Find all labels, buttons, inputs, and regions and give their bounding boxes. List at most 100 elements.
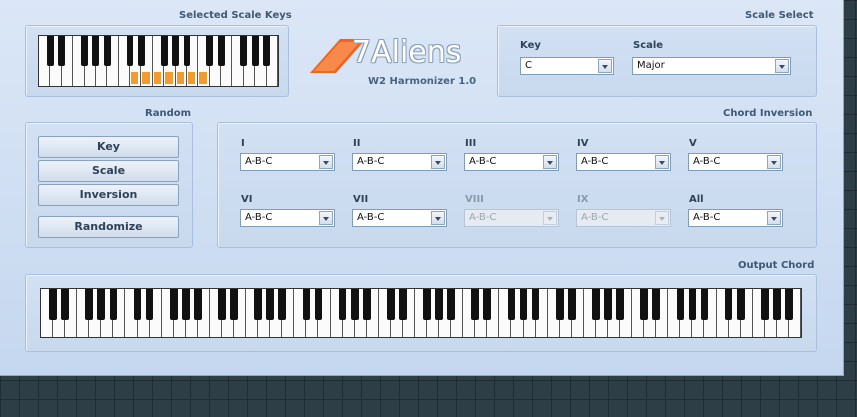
black-key[interactable] xyxy=(266,289,275,320)
inversion-select[interactable]: A-B-C xyxy=(576,153,671,171)
highlighted-key-marker xyxy=(199,72,207,84)
black-key[interactable] xyxy=(85,289,94,320)
chevron-down-icon[interactable] xyxy=(767,211,781,225)
black-key xyxy=(172,36,179,66)
black-key[interactable] xyxy=(169,289,178,320)
black-key xyxy=(263,36,271,66)
black-key xyxy=(126,36,134,66)
chevron-down-icon[interactable] xyxy=(431,211,445,225)
highlighted-key-marker xyxy=(176,72,184,84)
random-key-button[interactable]: Key xyxy=(38,136,179,158)
inversion-select[interactable]: A-B-C xyxy=(240,153,335,171)
black-key[interactable] xyxy=(423,289,431,320)
black-key[interactable] xyxy=(49,289,57,320)
black-key[interactable] xyxy=(109,289,118,320)
black-key xyxy=(217,36,225,66)
black-key[interactable] xyxy=(338,289,347,320)
inversion-label: IV xyxy=(577,138,589,149)
black-key[interactable] xyxy=(278,289,287,320)
black-key[interactable] xyxy=(181,289,190,320)
black-key[interactable] xyxy=(471,289,480,320)
black-key[interactable] xyxy=(314,289,323,320)
inversion-select-value: A-B-C xyxy=(357,156,385,167)
inversion-select-value: A-B-C xyxy=(693,212,721,223)
black-key[interactable] xyxy=(567,289,576,320)
inversion-select[interactable]: A-B-C xyxy=(352,209,447,227)
black-key[interactable] xyxy=(350,289,359,320)
black-key[interactable] xyxy=(604,289,612,320)
inversion-select[interactable]: A-B-C xyxy=(464,153,559,171)
black-key[interactable] xyxy=(399,289,407,320)
chevron-down-icon[interactable] xyxy=(598,59,612,73)
output-chord-title: Output Chord xyxy=(738,260,815,271)
black-key[interactable] xyxy=(230,289,238,320)
logo-mark: 7 xyxy=(352,35,372,70)
chevron-down-icon[interactable] xyxy=(655,155,669,169)
black-key xyxy=(81,36,88,66)
black-key[interactable] xyxy=(362,289,371,320)
black-key[interactable] xyxy=(773,289,781,320)
black-key[interactable] xyxy=(616,289,624,320)
inversion-select[interactable]: A-B-C xyxy=(352,153,447,171)
black-key[interactable] xyxy=(145,289,154,320)
black-key[interactable] xyxy=(592,289,600,320)
black-key xyxy=(58,36,66,66)
black-key[interactable] xyxy=(700,289,709,320)
black-key[interactable] xyxy=(785,289,793,320)
chord-inversion-panel xyxy=(217,122,817,248)
black-key[interactable] xyxy=(555,289,564,320)
black-key[interactable] xyxy=(61,289,69,320)
black-key[interactable] xyxy=(133,289,142,320)
inversion-label: IX xyxy=(577,194,589,205)
inversion-select[interactable]: A-B-C xyxy=(240,209,335,227)
scale-select[interactable]: Major xyxy=(632,57,791,75)
chevron-down-icon[interactable] xyxy=(319,211,333,225)
black-key[interactable] xyxy=(760,289,769,320)
black-key[interactable] xyxy=(688,289,697,320)
chevron-down-icon[interactable] xyxy=(767,155,781,169)
inversion-select-value: A-B-C xyxy=(693,156,721,167)
black-key[interactable] xyxy=(435,289,443,320)
chord-inversion-title: Chord Inversion xyxy=(723,108,813,119)
inversion-label: V xyxy=(689,138,697,149)
black-key[interactable] xyxy=(676,289,685,320)
black-key xyxy=(160,36,168,66)
black-key[interactable] xyxy=(507,289,516,320)
inversion-select[interactable]: A-B-C xyxy=(688,153,783,171)
black-key[interactable] xyxy=(254,289,262,320)
black-key xyxy=(240,36,248,66)
chevron-down-icon[interactable] xyxy=(775,59,789,73)
black-key[interactable] xyxy=(652,289,661,320)
inversion-select-value: A-B-C xyxy=(581,156,609,167)
black-key[interactable] xyxy=(483,289,492,320)
inversion-select[interactable]: A-B-C xyxy=(688,209,783,227)
black-key[interactable] xyxy=(193,289,202,320)
black-key[interactable] xyxy=(519,289,528,320)
black-key xyxy=(251,36,259,66)
inversion-label: I xyxy=(241,138,245,149)
black-key[interactable] xyxy=(640,289,649,320)
inversion-select: A-B-C xyxy=(464,209,559,227)
chevron-down-icon xyxy=(543,211,557,225)
black-key[interactable] xyxy=(386,289,395,320)
random-inversion-button[interactable]: Inversion xyxy=(38,184,179,206)
black-key[interactable] xyxy=(447,289,456,320)
key-select[interactable]: C xyxy=(520,57,614,75)
black-key[interactable] xyxy=(531,289,540,320)
product-version: W2 Harmonizer 1.0 xyxy=(368,76,477,87)
black-key[interactable] xyxy=(302,289,311,320)
black-key[interactable] xyxy=(218,289,226,320)
random-scale-button[interactable]: Scale xyxy=(38,160,179,182)
chevron-down-icon[interactable] xyxy=(431,155,445,169)
inversion-label: VI xyxy=(241,194,253,205)
chevron-down-icon[interactable] xyxy=(319,155,333,169)
randomize-button[interactable]: Randomize xyxy=(38,216,179,238)
inversion-select-value: A-B-C xyxy=(357,212,385,223)
black-key xyxy=(183,36,191,66)
inversion-label: VII xyxy=(353,194,369,205)
black-key[interactable] xyxy=(97,289,106,320)
black-key[interactable] xyxy=(736,289,745,320)
black-key xyxy=(138,36,145,66)
chevron-down-icon[interactable] xyxy=(543,155,557,169)
black-key[interactable] xyxy=(724,289,733,320)
